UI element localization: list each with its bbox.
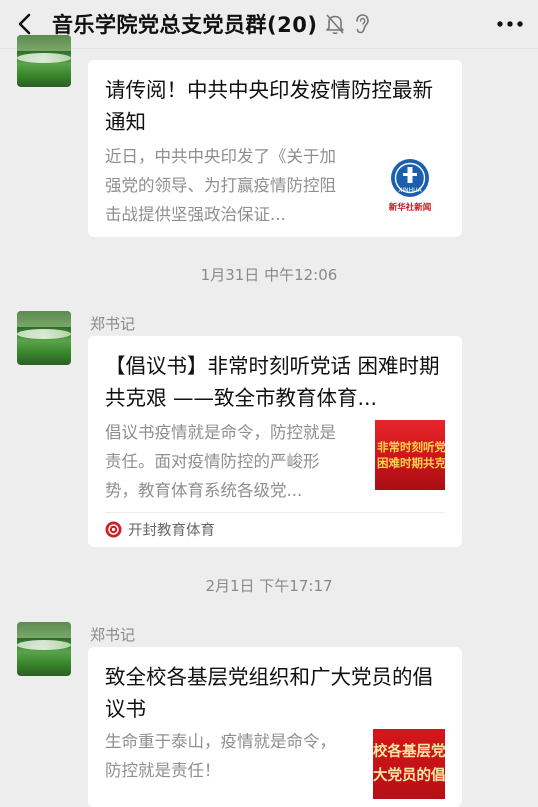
card-description: 倡议书疫情就是命令，防控就是责任。面对疫情防控的严峻形势，教育体育系统各级党..… <box>105 423 336 500</box>
chat-header: 音乐学院党总支党员群(20) <box>0 0 538 49</box>
card-description: 生命重于泰山，疫情就是命令，防控就是责任！ <box>105 732 336 780</box>
article-source[interactable]: 开封教育体育 <box>105 519 215 540</box>
card-thumbnail: 校各基层党 大党员的倡 <box>373 729 445 799</box>
link-card[interactable]: 【倡议书】非常时刻听党话 困难时期共克艰 ——致全市教育体育... 倡议书疫情就… <box>88 336 462 547</box>
avatar[interactable] <box>17 35 71 87</box>
card-thumbnail: 非常时刻听党 困难时期共克 <box>375 420 445 490</box>
source-logo-icon <box>105 521 122 538</box>
card-title: 致全校各基层党组织和广大党员的倡议书 <box>105 665 433 721</box>
message-timestamp: 2月1日 下午17:17 <box>205 577 333 595</box>
avatar[interactable] <box>17 311 71 365</box>
source-name: 开封教育体育 <box>128 523 215 539</box>
card-title: 请传阅！中共中央印发疫情防控最新通知 <box>105 78 433 134</box>
xinhua-logo-icon: XINHUA <box>391 158 429 197</box>
card-thumbnail: XINHUA 新华社新闻 <box>375 155 445 215</box>
sender-name: 郑书记 <box>90 626 136 644</box>
sender-name: 郑书记 <box>90 315 136 333</box>
xinhua-logo-text: XINHUA <box>398 187 422 194</box>
card-description: 近日，中共中央印发了《关于加强党的领导、为打赢疫情防控阻击战提供坚强政治保证..… <box>105 147 336 224</box>
thumbnail-text: 大党员的倡 <box>373 768 445 784</box>
mute-bell-icon <box>326 14 345 35</box>
back-arrow-icon <box>18 13 31 35</box>
thumbnail-text: 非常时刻听党 <box>377 440 445 454</box>
thumbnail-text: 困难时期共克 <box>377 456 445 470</box>
thumbnail-caption: 新华社新闻 <box>388 202 432 213</box>
chat-title: 音乐学院党总支党员群(20) <box>52 13 318 37</box>
divider <box>105 512 445 513</box>
thumbnail-text: 校各基层党 <box>373 744 445 760</box>
link-card[interactable]: 请传阅！中共中央印发疫情防控最新通知 近日，中共中央印发了《关于加强党的领导、为… <box>88 60 462 237</box>
earpiece-icon <box>356 14 370 34</box>
message-timestamp: 1月31日 中午12:06 <box>200 266 338 284</box>
link-card[interactable]: 致全校各基层党组织和广大党员的倡议书 生命重于泰山，疫情就是命令，防控就是责任！… <box>88 647 462 807</box>
more-icon <box>497 21 523 27</box>
card-title: 【倡议书】非常时刻听党话 困难时期共克艰 ——致全市教育体育... <box>105 354 440 410</box>
more-button[interactable] <box>494 8 526 40</box>
avatar[interactable] <box>17 622 71 676</box>
